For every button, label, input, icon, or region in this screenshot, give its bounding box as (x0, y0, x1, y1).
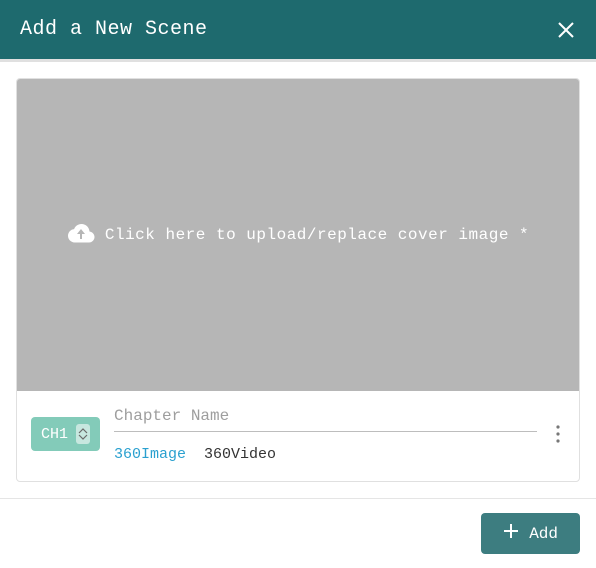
upload-text: Click here to upload/replace cover image… (105, 226, 529, 244)
middle-column: 360Image 360Video (114, 405, 537, 463)
dialog-title: Add a New Scene (20, 18, 208, 41)
add-button[interactable]: Add (481, 513, 580, 554)
type-option-360video[interactable]: 360Video (204, 446, 276, 463)
chapter-select[interactable]: CH1 (31, 417, 100, 451)
dialog-header: Add a New Scene (0, 0, 596, 62)
type-option-360image[interactable]: 360Image (114, 446, 186, 463)
dialog-content: Click here to upload/replace cover image… (0, 62, 596, 498)
scene-type-options: 360Image 360Video (114, 446, 537, 463)
close-icon[interactable] (556, 20, 576, 40)
cloud-upload-icon (67, 223, 95, 248)
chevron-up-down-icon (76, 424, 90, 444)
scene-card: Click here to upload/replace cover image… (16, 78, 580, 482)
chapter-name-input[interactable] (114, 405, 537, 432)
add-scene-dialog: Add a New Scene Click here to upload/rep… (0, 0, 596, 560)
card-body: CH1 360Image 360Video (17, 391, 579, 481)
cover-image-upload[interactable]: Click here to upload/replace cover image… (17, 79, 579, 391)
add-button-label: Add (529, 525, 558, 543)
dialog-footer: Add (0, 498, 596, 568)
chapter-select-value: CH1 (41, 426, 68, 443)
plus-icon (503, 523, 519, 544)
more-vertical-icon[interactable] (551, 420, 565, 448)
